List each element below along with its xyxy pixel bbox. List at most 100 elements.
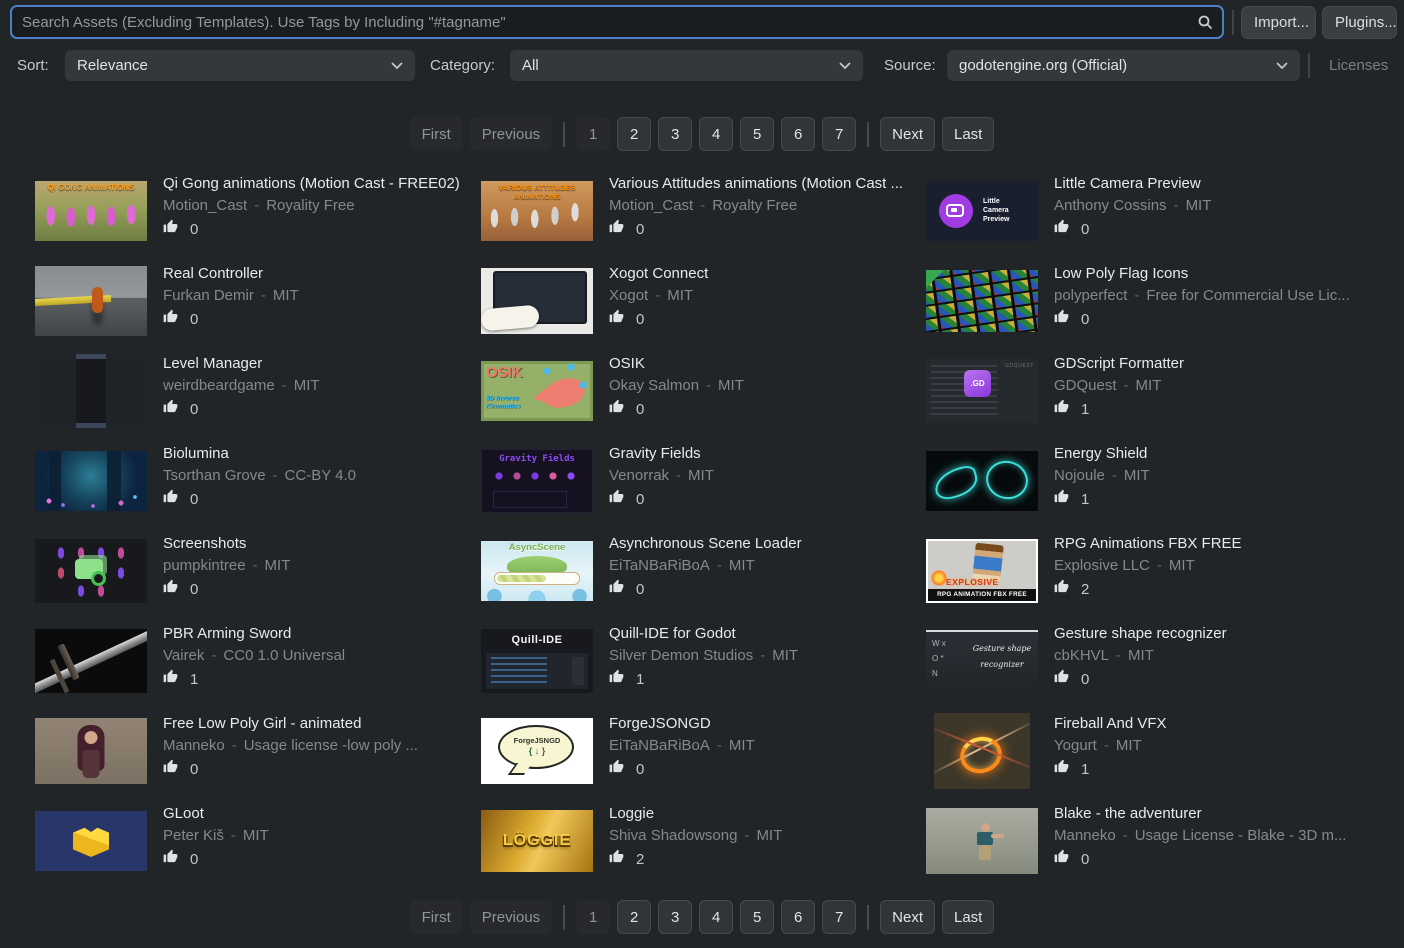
asset-item[interactable]: Gesture shaperecognizerW x O * NGesture … <box>926 616 1389 706</box>
asset-title: Various Attitudes animations (Motion Cas… <box>609 173 914 195</box>
asset-title: GDScript Formatter <box>1054 353 1377 375</box>
pagination-last-button[interactable]: Last <box>942 117 994 151</box>
asset-item[interactable]: .GDGDQUESTGDScript FormatterGDQuest-MIT1 <box>926 346 1389 436</box>
asset-item[interactable]: QI GONG ANIMATIONSQi Gong animations (Mo… <box>35 166 481 256</box>
asset-item[interactable]: VARIOUS ATTITUDES ANIMATIONSVarious Atti… <box>481 166 926 256</box>
thumbnail-art-osik: OSIK3D Inverse Kinematics <box>481 361 593 421</box>
thumb-t2: { ↓ } <box>481 746 593 756</box>
thumbs-up-icon <box>1054 759 1069 779</box>
pagination-page-6[interactable]: 6 <box>781 900 815 934</box>
asset-item[interactable]: EXPLOSIVERPG ANIMATION FBX FREERPG Anima… <box>926 526 1389 616</box>
asset-title: Gravity Fields <box>609 443 914 465</box>
asset-thumbnail: .GDGDQUEST <box>926 353 1038 429</box>
thumbs-up-icon <box>609 489 624 509</box>
author-license-separator: - <box>1104 737 1109 754</box>
asset-likes: 2 <box>1054 578 1377 600</box>
pagination-separator <box>867 905 869 930</box>
asset-item[interactable]: Level Managerweirdbeardgame-MIT0 <box>35 346 481 436</box>
thumb-panel <box>76 354 106 428</box>
pagination-next-button[interactable]: Next <box>880 900 935 934</box>
import-button[interactable]: Import... <box>1241 6 1316 39</box>
pagination-page-6[interactable]: 6 <box>781 117 815 151</box>
author-license-separator: - <box>232 737 237 754</box>
pagination-page-3[interactable]: 3 <box>658 117 692 151</box>
thumbs-up-icon <box>163 669 178 689</box>
pagination-previous-button[interactable]: Previous <box>470 900 552 934</box>
sort-select[interactable]: Relevance <box>65 50 415 81</box>
pagination-page-7[interactable]: 7 <box>822 900 856 934</box>
asset-title: Biolumina <box>163 443 469 465</box>
asset-meta: Manneko-Usage License - Blake - 3D m... <box>1054 825 1377 847</box>
thumbs-up-icon <box>1054 669 1069 689</box>
asset-likes: 0 <box>609 218 914 240</box>
pagination-first-button[interactable]: First <box>410 900 463 934</box>
asset-meta: Silver Demon Studios-MIT <box>609 645 914 667</box>
chevron-down-icon <box>1276 57 1288 74</box>
author-license-separator: - <box>760 647 765 664</box>
asset-item[interactable]: Free Low Poly Girl - animatedManneko-Usa… <box>35 706 481 796</box>
asset-thumbnail <box>35 533 147 609</box>
asset-item[interactable]: Screenshotspumpkintree-MIT0 <box>35 526 481 616</box>
pagination-previous-button[interactable]: Previous <box>470 117 552 151</box>
pagination-page-4[interactable]: 4 <box>699 117 733 151</box>
pagination-page-5[interactable]: 5 <box>740 117 774 151</box>
pagination-page-1[interactable]: 1 <box>576 900 610 934</box>
category-select[interactable]: All <box>510 50 863 81</box>
asset-likes: 0 <box>163 398 469 420</box>
asset-info: Energy ShieldNojoule-MIT1 <box>1054 443 1377 510</box>
thumb-char <box>972 543 1004 582</box>
asset-item[interactable]: LÖGGIELoggieShiva Shadowsong-MIT2 <box>481 796 926 886</box>
plugins-button[interactable]: Plugins... <box>1322 6 1397 39</box>
pagination-page-5[interactable]: 5 <box>740 900 774 934</box>
source-select[interactable]: godotengine.org (Official) <box>947 50 1300 81</box>
asset-item[interactable]: BioluminaTsorthan Grove-CC-BY 4.00 <box>35 436 481 526</box>
asset-item[interactable]: Real ControllerFurkan Demir-MIT0 <box>35 256 481 346</box>
asset-license: Royalty Free <box>712 197 797 214</box>
pagination-page-1[interactable]: 1 <box>576 117 610 151</box>
like-count: 1 <box>1081 401 1089 418</box>
thumb-cap: AsyncScene <box>481 542 593 553</box>
thumbs-up-icon <box>609 219 624 239</box>
like-count: 1 <box>1081 761 1089 778</box>
asset-title: Asynchronous Scene Loader <box>609 533 914 555</box>
category-value: All <box>522 57 539 74</box>
like-count: 0 <box>636 581 644 598</box>
like-count: 0 <box>190 761 198 778</box>
asset-author: polyperfect <box>1054 287 1127 304</box>
asset-author: Silver Demon Studios <box>609 647 753 664</box>
pagination-page-3[interactable]: 3 <box>658 900 692 934</box>
asset-info: Qi Gong animations (Motion Cast - FREE02… <box>163 173 469 240</box>
pagination-page-2[interactable]: 2 <box>617 900 651 934</box>
pagination-last-button[interactable]: Last <box>942 900 994 934</box>
like-count: 0 <box>636 311 644 328</box>
pagination-page-4[interactable]: 4 <box>699 900 733 934</box>
asset-item[interactable]: Energy ShieldNojoule-MIT1 <box>926 436 1389 526</box>
pagination-first-button[interactable]: First <box>410 117 463 151</box>
pagination-next-button[interactable]: Next <box>880 117 935 151</box>
asset-item[interactable]: Low Poly Flag Iconspolyperfect-Free for … <box>926 256 1389 346</box>
asset-item[interactable]: PBR Arming SwordVairek-CC0 1.0 Universal… <box>35 616 481 706</box>
asset-item[interactable]: OSIK3D Inverse KinematicsOSIKOkay Salmon… <box>481 346 926 436</box>
asset-item[interactable]: AsyncSceneAsynchronous Scene LoaderEiTaN… <box>481 526 926 616</box>
pagination-page-2[interactable]: 2 <box>617 117 651 151</box>
asset-info: Little Camera PreviewAnthony Cossins-MIT… <box>1054 173 1377 240</box>
asset-item[interactable]: Little Camera PreviewLittle Camera Previ… <box>926 166 1389 256</box>
asset-item[interactable]: Blake - the adventurerManneko-Usage Lice… <box>926 796 1389 886</box>
thumbnail-art-screens <box>35 539 147 603</box>
asset-item[interactable]: Fireball And VFXYogurt-MIT1 <box>926 706 1389 796</box>
search-icon[interactable] <box>1192 14 1218 30</box>
pagination-page-7[interactable]: 7 <box>822 117 856 151</box>
search-input[interactable] <box>12 14 1192 31</box>
asset-item[interactable]: ForgeJSNGD{ ↓ }ForgeJSONGDEiTaNBaRiBoA-M… <box>481 706 926 796</box>
asset-item[interactable]: Gravity FieldsGravity FieldsVenorrak-MIT… <box>481 436 926 526</box>
licenses-link[interactable]: Licenses <box>1329 50 1388 81</box>
asset-likes: 0 <box>163 308 469 330</box>
like-count: 0 <box>636 761 644 778</box>
asset-license: MIT <box>1116 737 1142 754</box>
asset-item[interactable]: Quill-IDEQuill-IDE for GodotSilver Demon… <box>481 616 926 706</box>
pagination-separator <box>563 905 565 930</box>
asset-item[interactable]: Xogot ConnectXogot-MIT0 <box>481 256 926 346</box>
thumb-arm <box>991 834 1004 838</box>
pagination-separator <box>867 122 869 147</box>
asset-item[interactable]: GLootPeter Kiš-MIT0 <box>35 796 481 886</box>
